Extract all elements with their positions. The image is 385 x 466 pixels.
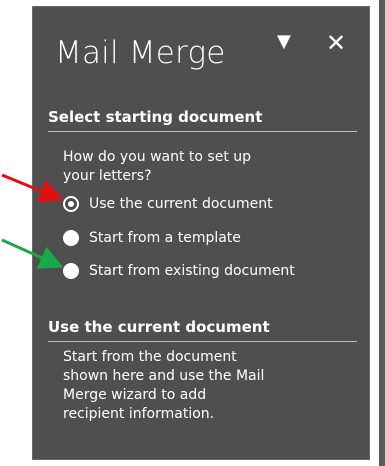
- question-text-line1: How do you want to set up: [63, 149, 252, 165]
- radio-selected-icon[interactable]: [63, 196, 79, 212]
- option-start-from-template[interactable]: Start from a template: [63, 230, 241, 246]
- description-line4: recipient information.: [63, 406, 215, 422]
- radio-unselected-icon[interactable]: [63, 263, 79, 279]
- description-line2: shown here and use the Mail: [63, 368, 265, 384]
- question-text-line2: your letters?: [63, 168, 152, 184]
- radio-unselected-icon[interactable]: [63, 230, 79, 246]
- option-use-current-document[interactable]: Use the current document: [63, 196, 273, 212]
- section-heading-select-starting-document: Select starting document: [48, 108, 263, 126]
- option-label: Start from existing document: [89, 263, 295, 279]
- pane-options-dropdown-icon[interactable]: ▼: [277, 31, 291, 52]
- option-label: Start from a template: [89, 230, 241, 246]
- description-line3: Merge wizard to add: [63, 387, 207, 403]
- section-divider: [48, 341, 357, 342]
- section-heading-use-current-document: Use the current document: [48, 318, 270, 336]
- option-label: Use the current document: [89, 196, 273, 212]
- close-icon[interactable]: ✕: [326, 29, 346, 57]
- mail-merge-pane: Mail Merge ▼ ✕ Select starting document …: [32, 6, 370, 460]
- pane-title: Mail Merge: [55, 35, 226, 71]
- option-start-from-existing-document[interactable]: Start from existing document: [63, 263, 295, 279]
- window-edge: [379, 0, 385, 466]
- section-divider: [48, 131, 357, 132]
- description-line1: Start from the document: [63, 349, 237, 365]
